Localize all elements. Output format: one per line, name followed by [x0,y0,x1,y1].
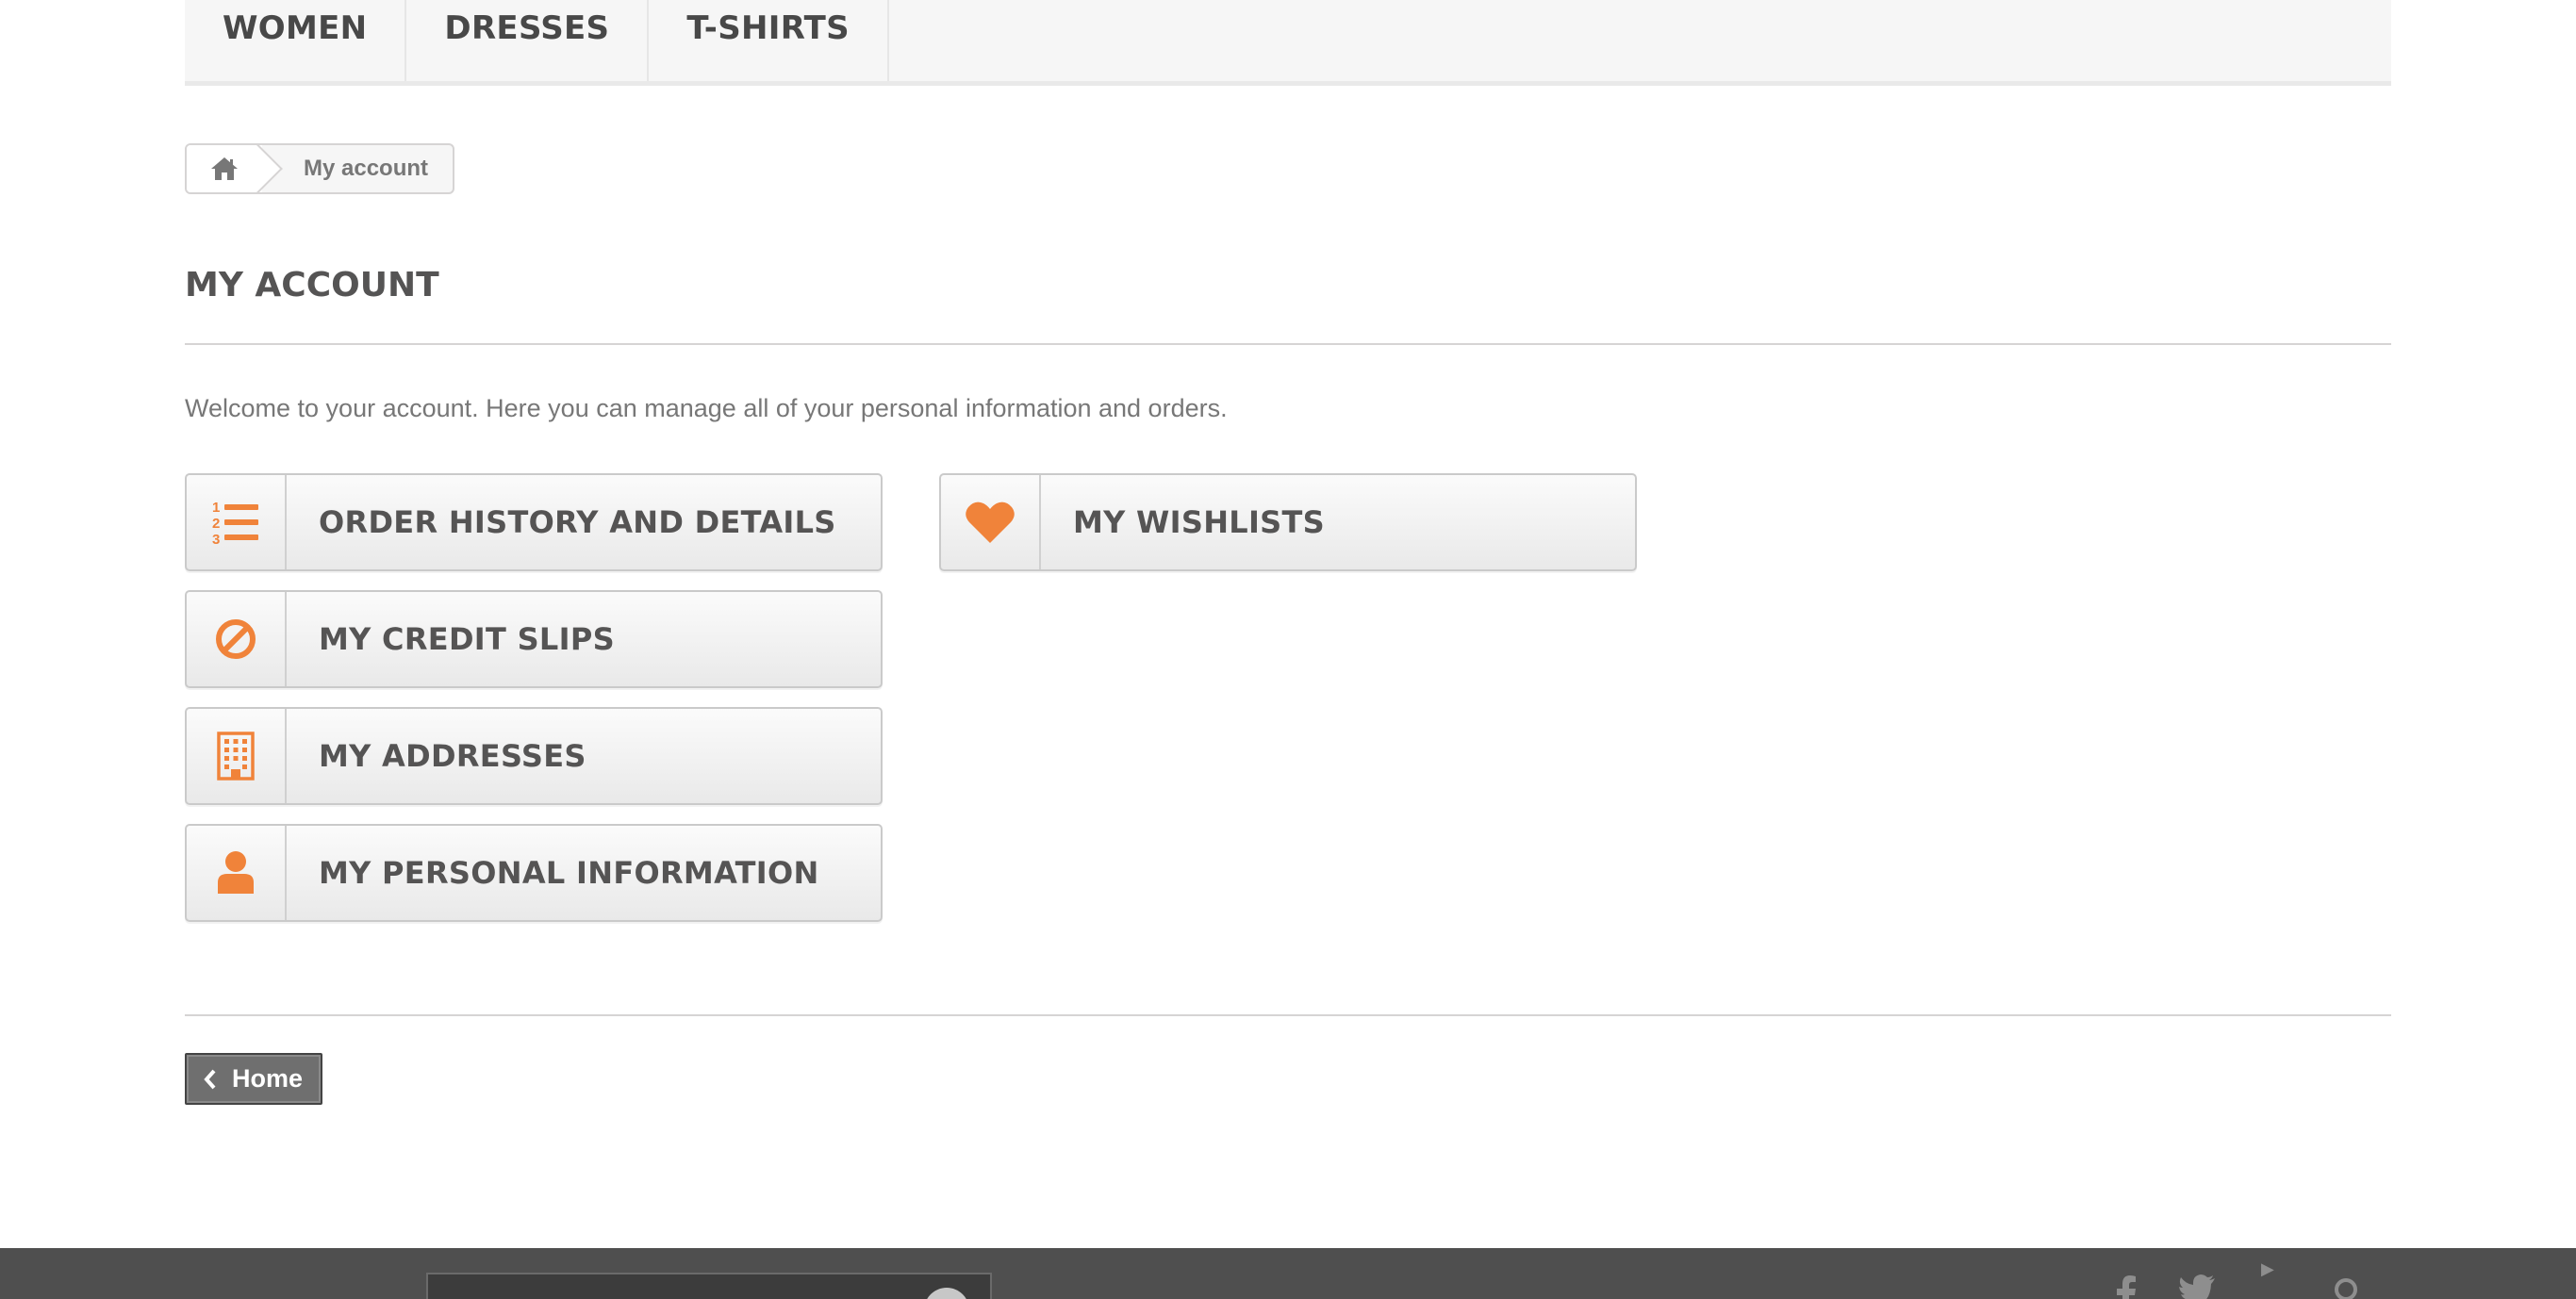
ban-icon [216,619,256,659]
top-menu: WOMEN DRESSES T-SHIRTS [185,0,2391,86]
footer-divider [185,1014,2391,1016]
svg-text:3: 3 [212,532,220,547]
facebook-icon[interactable] [2116,1274,2137,1299]
home-button-label: Home [232,1064,304,1093]
order-history-button[interactable]: 1 2 3 ORDER HISTORY AND DETAILS [185,473,883,571]
addresses-button[interactable]: MY ADDRESSES [185,707,883,805]
newsletter-input[interactable] [426,1273,992,1299]
menu-item-dresses[interactable]: DRESSES [406,0,650,81]
twitter-icon[interactable] [2178,1274,2216,1299]
home-icon [211,157,238,180]
order-history-label: ORDER HISTORY AND DETAILS [319,504,836,540]
addresses-label: MY ADDRESSES [319,738,586,774]
ordered-list-icon: 1 2 3 [212,500,258,547]
user-icon [218,851,254,894]
breadcrumb-current: My account [304,156,429,181]
wishlists-button[interactable]: MY WISHLISTS [939,473,1637,571]
page-title: MY ACCOUNT [185,266,2391,345]
credit-slips-button[interactable]: MY CREDIT SLIPS [185,590,883,688]
svg-text:2: 2 [212,516,220,532]
footer: ▶ [0,1248,2576,1299]
google-plus-icon[interactable] [2333,1274,2370,1299]
chevron-left-icon [204,1069,217,1090]
credit-slips-label: MY CREDIT SLIPS [319,621,615,657]
breadcrumb: My account [185,143,454,194]
personal-information-button[interactable]: MY PERSONAL INFORMATION [185,824,883,922]
building-icon [217,732,255,781]
home-button[interactable]: Home [185,1053,322,1105]
wishlists-label: MY WISHLISTS [1073,504,1326,540]
svg-text:1: 1 [212,500,220,516]
youtube-icon[interactable]: ▶ [2261,1259,2274,1279]
personal-information-label: MY PERSONAL INFORMATION [319,855,819,891]
menu-item-t-shirts[interactable]: T-SHIRTS [649,0,889,81]
heart-icon [966,502,1015,543]
menu-item-women[interactable]: WOMEN [185,0,407,81]
breadcrumb-home-link[interactable] [187,145,262,192]
welcome-text: Welcome to your account. Here you can ma… [185,394,1228,422]
